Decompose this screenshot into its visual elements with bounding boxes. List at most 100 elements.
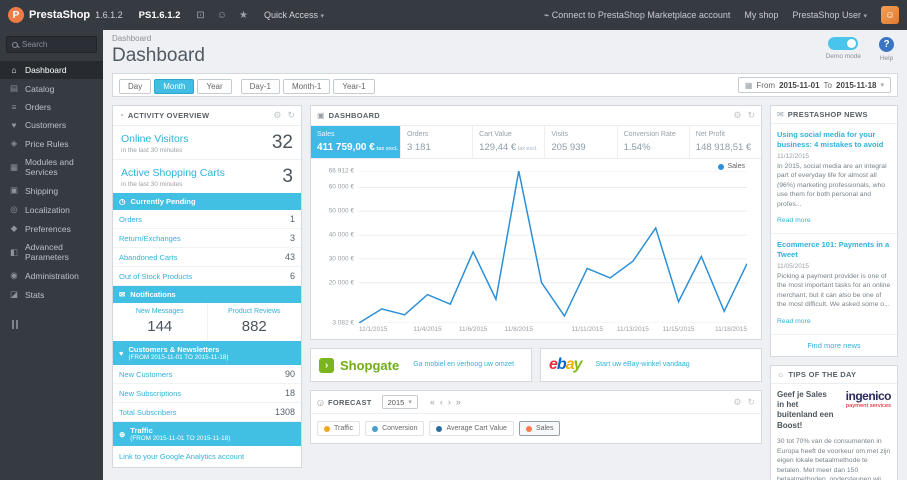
tips-panel-title: TIPS OF THE DAY	[788, 369, 857, 379]
forecast-nav: « ‹ › »	[430, 397, 461, 407]
range-button-day-1[interactable]: Day-1	[240, 79, 280, 94]
sidebar-item-advanced-parameters[interactable]: ◧ Advanced Parameters	[0, 238, 103, 266]
date-range-picker[interactable]: ▦ From 2015-11-01 To 2015-11-18 ▾	[737, 77, 891, 93]
notifications-section-header: ✉ Notifications	[113, 286, 301, 304]
news-read-more-link[interactable]: Read more	[777, 318, 811, 325]
main-content: Dashboard Dashboard Demo mode ? Help Day…	[103, 30, 907, 480]
legend-dot	[718, 163, 725, 170]
first-page-icon[interactable]: «	[430, 397, 435, 407]
find-more-news-link[interactable]: Find more news	[771, 335, 897, 356]
administration-icon: ◉	[10, 270, 18, 280]
last-page-icon[interactable]: »	[456, 397, 461, 407]
sidebar-item-localization[interactable]: ◎ Localization	[0, 200, 103, 219]
google-analytics-link[interactable]: Link to your Google Analytics account	[113, 446, 301, 467]
forecast-toggle-conversion[interactable]: Conversion	[365, 421, 425, 436]
sidebar-item-modules-and-services[interactable]: ▦ Modules and Services	[0, 153, 103, 181]
pending-value: 1	[289, 214, 295, 225]
sidebar-item-dashboard[interactable]: ⌂ Dashboard	[0, 61, 103, 79]
sidebar-item-preferences[interactable]: ◆ Preferences	[0, 219, 103, 238]
range-button-month[interactable]: Month	[154, 79, 195, 94]
forecast-toggle-traffic[interactable]: Traffic	[317, 421, 361, 436]
help-icon[interactable]: ?	[879, 37, 894, 52]
pending-label: Orders	[119, 214, 142, 224]
kpi-visits[interactable]: Visits 205 939	[545, 126, 618, 158]
pending-row[interactable]: Abandoned Carts 43	[113, 248, 301, 268]
sidebar-item-orders[interactable]: ≡ Orders	[0, 98, 103, 116]
x-axis-label: 11/4/2015	[413, 326, 442, 333]
kpi-net-profit[interactable]: Net Profit 148 918,51 €	[690, 126, 761, 158]
tip-body: 30 tot 70% van de consumenten in Europa …	[777, 438, 891, 480]
refresh-icon[interactable]: ↻	[747, 397, 755, 408]
online-visitors-link[interactable]: Online Visitors	[121, 133, 189, 145]
pending-section-header: ◷ Currently Pending	[113, 193, 301, 211]
sidebar-search[interactable]	[6, 36, 97, 53]
demo-mode-toggle[interactable]	[828, 37, 859, 50]
y-axis-label: 40 000 €	[328, 231, 354, 239]
user-menu[interactable]: PrestaShop User ▾	[792, 10, 867, 20]
gear-icon[interactable]: ⚙	[273, 110, 281, 121]
sales-line-chart	[359, 171, 747, 323]
gear-icon[interactable]: ⚙	[733, 397, 741, 408]
range-button-day[interactable]: Day	[119, 79, 152, 94]
shopgate-module-ad[interactable]: › Shopgate Ga mobiel en verhoog uw omzet	[310, 348, 532, 382]
sidebar-item-price-rules[interactable]: ◈ Price Rules	[0, 134, 103, 153]
customers-icon: ♥	[119, 348, 124, 358]
marketplace-link[interactable]: ⌁ Connect to PrestaShop Marketplace acco…	[544, 10, 731, 21]
kpi-value: 129,44 € tax excl.	[479, 142, 538, 153]
quick-access-menu[interactable]: Quick Access ▾	[264, 10, 324, 20]
news-article-title[interactable]: Ecommerce 101: Payments in a Tweet	[777, 240, 891, 260]
pending-row[interactable]: Out of Stock Products 6	[113, 267, 301, 287]
customers-rows: New Customers 90 New Subscriptions 18 Total …	[113, 365, 301, 423]
customers-row[interactable]: Total Subscribers 1308	[113, 403, 301, 423]
profile-icon[interactable]: ☺	[217, 10, 227, 21]
forecast-year-select[interactable]: 2015 ▾	[381, 395, 418, 409]
kpi-conversion-rate[interactable]: Conversion Rate 1.54%	[618, 126, 690, 158]
collapse-sidebar-button[interactable]	[12, 320, 91, 329]
x-axis-label: 11/1/2015	[359, 326, 388, 333]
sidebar-item-shipping[interactable]: ▣ Shipping	[0, 181, 103, 200]
sidebar-item-label: Shipping	[25, 185, 59, 196]
forecast-toggle-average-cart-value[interactable]: Average Cart Value	[429, 421, 514, 436]
news-read-more-link[interactable]: Read more	[777, 217, 811, 224]
forecast-toggle-sales[interactable]: Sales	[518, 421, 561, 436]
sidebar-item-customers[interactable]: ♥ Customers	[0, 116, 103, 134]
customers-row[interactable]: New Subscriptions 18	[113, 384, 301, 404]
shopgate-link[interactable]: Ga mobiel en verhoog uw omzet	[413, 360, 514, 369]
kpi-sales[interactable]: Sales 411 759,00 € tax excl.	[311, 126, 401, 158]
kpi-orders[interactable]: Orders 3 181	[401, 126, 474, 158]
range-button-year[interactable]: Year	[197, 79, 232, 94]
catalog-icon: ▤	[9, 83, 19, 93]
tip-icon: ☼	[777, 369, 785, 379]
customers-row[interactable]: New Customers 90	[113, 365, 301, 385]
gear-icon[interactable]: ⚙	[733, 110, 741, 121]
sidebar-item-catalog[interactable]: ▤ Catalog	[0, 79, 103, 98]
pending-row[interactable]: Return/Exchanges 3	[113, 229, 301, 249]
pending-row[interactable]: Orders 1	[113, 210, 301, 230]
user-avatar[interactable]: ☺	[881, 6, 899, 24]
search-input[interactable]	[22, 40, 91, 49]
cart-icon[interactable]: ⊡	[196, 10, 204, 21]
legend-dot	[525, 425, 532, 432]
refresh-icon[interactable]: ↻	[747, 110, 755, 121]
trophy-icon[interactable]: ★	[239, 10, 248, 21]
my-shop-link[interactable]: My shop	[744, 10, 778, 20]
kpi-cart-value[interactable]: Cart Value 129,44 € tax excl.	[473, 126, 546, 158]
notification-new-messages[interactable]: New Messages 144	[113, 303, 207, 341]
active-carts-link[interactable]: Active Shopping Carts	[121, 167, 225, 179]
range-button-month-1[interactable]: Month-1	[282, 79, 331, 94]
prestashop-logo[interactable]: P PrestaShop 1.6.1.2	[0, 7, 131, 23]
next-page-icon[interactable]: ›	[448, 397, 451, 407]
sidebar-item-administration[interactable]: ◉ Administration	[0, 266, 103, 285]
ebay-module-ad[interactable]: ebay Start uw eBay-winkel vandaag	[540, 348, 762, 382]
news-article-title[interactable]: Using social media for your business: 4 …	[777, 130, 891, 150]
notification-product-reviews[interactable]: Product Reviews 882	[206, 303, 302, 342]
shopgate-logo-text: Shopgate	[340, 357, 400, 373]
range-button-year-1[interactable]: Year-1	[333, 79, 375, 94]
sidebar-item-stats[interactable]: ◪ Stats	[0, 285, 103, 304]
sidebar-item-label: Dashboard	[25, 65, 67, 75]
prev-page-icon[interactable]: ‹	[440, 397, 443, 407]
customers-label: New Subscriptions	[119, 388, 182, 398]
ebay-link[interactable]: Start uw eBay-winkel vandaag	[596, 360, 690, 369]
refresh-icon[interactable]: ↻	[287, 110, 295, 121]
notifications-section-title: Notifications	[130, 290, 176, 300]
